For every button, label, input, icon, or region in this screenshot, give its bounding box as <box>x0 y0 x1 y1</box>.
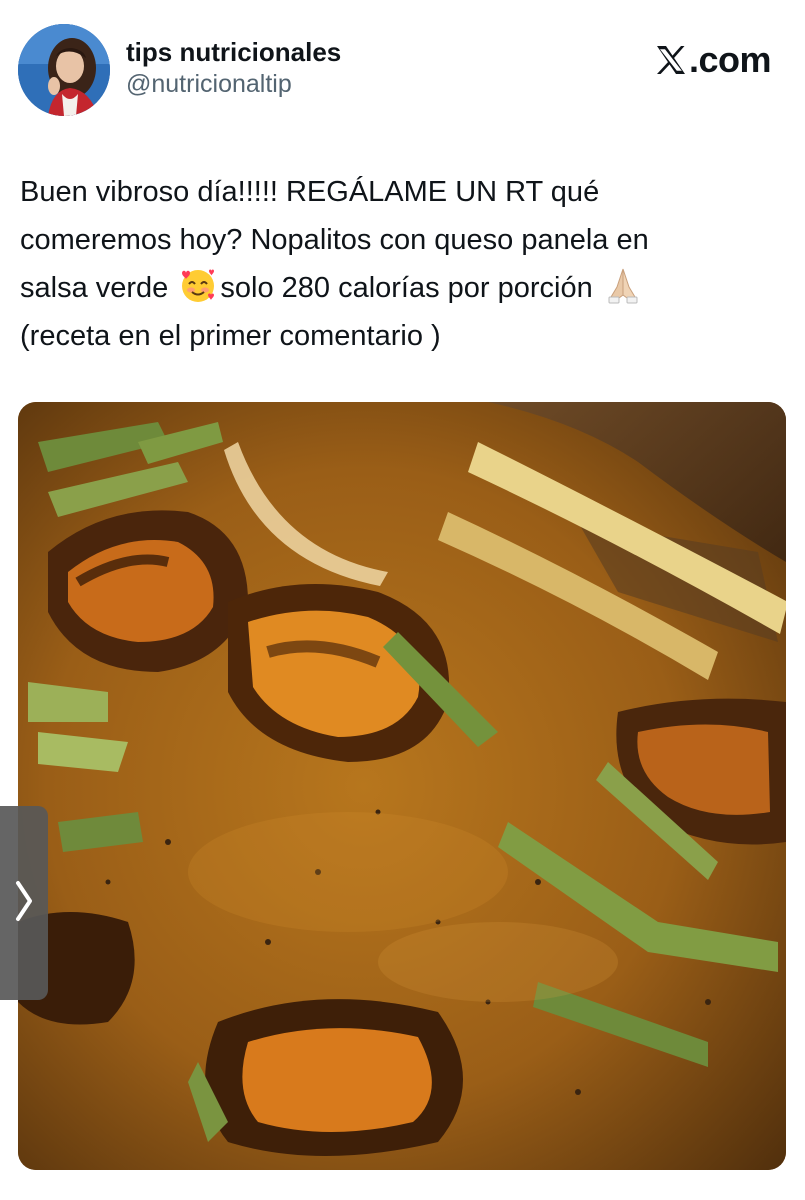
next-image-button[interactable] <box>0 806 48 1000</box>
site-brand-text: .com <box>688 39 772 80</box>
tweet-text-line: comeremos hoy? Nopalitos con queso panel… <box>20 224 649 256</box>
tweet-text: Buen vibroso día!!!!! REGÁLAME UN RT qué… <box>20 168 785 360</box>
tweet-text-segment: salsa verde <box>20 272 169 304</box>
avatar[interactable] <box>18 24 110 116</box>
x-logo-icon <box>655 44 687 76</box>
tweet-text-line-3: salsa verde solo 280 calorías por porció… <box>20 264 785 312</box>
food-photo-illustration <box>18 402 786 1170</box>
tweet-text-line: (receta en el primer comentario ) <box>20 320 441 352</box>
tweet-text-segment: solo 280 calorías por porción <box>220 272 593 304</box>
smiling-face-with-hearts-icon <box>178 265 218 305</box>
site-brand[interactable]: .com <box>655 39 772 80</box>
avatar-image <box>18 24 110 116</box>
author-display-name[interactable]: tips nutricionales <box>126 36 341 68</box>
author-info: tips nutricionales @nutricionaltip <box>126 36 341 100</box>
folded-hands-icon <box>603 265 643 305</box>
chevron-right-icon <box>14 879 34 928</box>
author-handle[interactable]: @nutricionaltip <box>126 68 341 100</box>
food-photo-image[interactable] <box>18 402 786 1170</box>
tweet-text-line: Buen vibroso día!!!!! REGÁLAME UN RT qué <box>20 176 600 208</box>
tweet-header: tips nutricionales @nutricionaltip .com <box>0 0 805 130</box>
